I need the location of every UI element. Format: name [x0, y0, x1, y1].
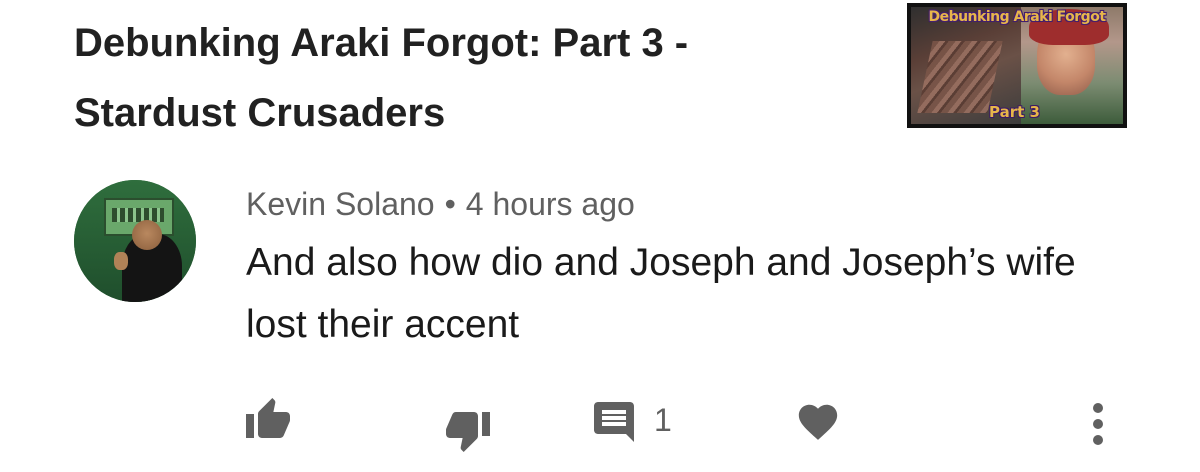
comment-timestamp[interactable]: 4 hours ago	[466, 186, 635, 222]
heart-icon	[798, 404, 838, 440]
video-thumbnail[interactable]: Debunking Araki Forgot Part 3	[907, 3, 1127, 128]
comment-author[interactable]: Kevin Solano	[246, 186, 435, 222]
video-title[interactable]: Debunking Araki Forgot: Part 3 - Stardus…	[74, 8, 794, 148]
reply-count[interactable]: 1	[654, 396, 672, 444]
thumbs-down-icon	[446, 412, 490, 452]
comment-icon	[594, 402, 634, 442]
dislike-button[interactable]	[440, 402, 496, 458]
comment-action-bar: 1	[0, 392, 1200, 456]
thumbnail-banner-text: Debunking Araki Forgot	[928, 9, 1106, 25]
more-vertical-icon	[1093, 403, 1103, 445]
video-title-line-2: Stardust Crusaders	[74, 91, 446, 135]
more-options-button[interactable]	[1080, 394, 1116, 454]
like-button[interactable]	[240, 392, 296, 448]
video-title-line-1: Debunking Araki Forgot: Part 3 -	[74, 21, 689, 65]
thumbnail-part-text: Part 3	[989, 103, 1040, 121]
heart-button[interactable]	[792, 394, 844, 450]
comment-meta: Kevin Solano • 4 hours ago	[246, 184, 635, 224]
reply-button[interactable]	[584, 394, 644, 450]
meta-separator: •	[444, 186, 456, 222]
avatar[interactable]	[74, 180, 196, 302]
thumbs-up-icon	[246, 398, 290, 438]
comment-text: And also how dio and Joseph and Joseph’s…	[246, 241, 1076, 346]
